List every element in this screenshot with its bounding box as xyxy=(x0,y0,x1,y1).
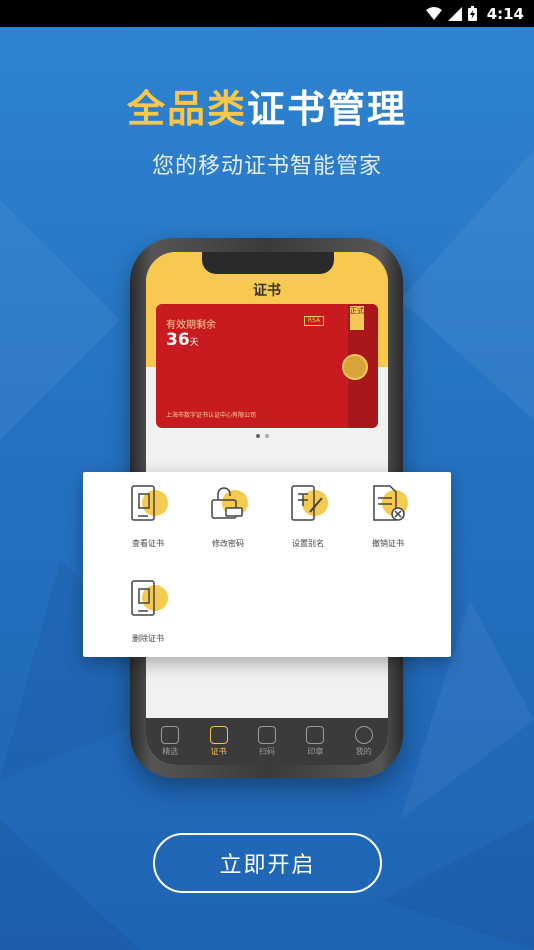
delete-certificate-icon xyxy=(128,579,168,619)
carousel-dot xyxy=(265,434,269,438)
tab-label: 扫码 xyxy=(258,747,275,756)
status-time: 4:14 xyxy=(486,4,524,23)
action-change-password: 修改密码 xyxy=(193,472,263,552)
tab-label: 证书 xyxy=(210,747,227,756)
hero-title: 全品类证书管理 xyxy=(0,78,534,133)
action-label: 撤销证书 xyxy=(372,539,404,548)
status-bar: 4:14 xyxy=(0,0,534,27)
certificate-card: 正式 有效期剩余 36天 RSA 上海市数字证书认证中心有限公司 xyxy=(156,304,378,428)
shield-icon xyxy=(161,726,180,744)
wifi-icon xyxy=(425,6,442,20)
card-validity-label: 有效期剩余 xyxy=(166,320,216,331)
signal-icon xyxy=(447,6,462,21)
action-view-certificate: 查看证书 xyxy=(113,472,183,552)
card-days: 36天 xyxy=(166,330,199,350)
certificate-icon xyxy=(209,726,228,744)
tab-featured: 精选 xyxy=(150,726,190,757)
stamp-icon xyxy=(306,726,325,744)
tab-certificate: 证书 xyxy=(199,726,239,757)
card-days-unit: 天 xyxy=(189,338,199,348)
actions-panel: 查看证书 修改密码 设置别名 撤销证书 删除证书 xyxy=(83,472,451,657)
scan-icon xyxy=(257,726,276,744)
tab-stamp: 印章 xyxy=(295,726,335,757)
hero-subtitle: 您的移动证书智能管家 xyxy=(151,154,382,179)
tab-profile: 我的 xyxy=(344,726,384,757)
action-label: 查看证书 xyxy=(132,539,164,548)
change-password-icon xyxy=(208,484,248,524)
action-delete-certificate: 删除证书 xyxy=(113,567,183,647)
card-badge: RSA xyxy=(304,316,324,326)
tab-label: 印章 xyxy=(307,747,324,756)
action-label: 修改密码 xyxy=(212,539,244,548)
carousel-dots xyxy=(256,434,269,438)
revoke-certificate-icon xyxy=(368,484,408,524)
card-issuer: 上海市数字证书认证中心有限公司 xyxy=(166,412,257,419)
set-alias-icon xyxy=(288,484,328,524)
tab-label: 我的 xyxy=(355,747,372,756)
screen-tab-bar: 精选 证书 扫码 印章 我的 xyxy=(146,718,388,765)
action-set-alias: 设置别名 xyxy=(273,472,343,552)
action-label: 设置别名 xyxy=(292,539,324,548)
screen-title: 证书 xyxy=(253,283,281,299)
action-revoke-certificate: 撤销证书 xyxy=(353,472,423,552)
battery-icon xyxy=(467,6,477,21)
view-certificate-icon xyxy=(128,484,168,524)
action-label: 删除证书 xyxy=(132,634,164,643)
card-tag: 正式 xyxy=(350,306,364,330)
hero-title-rest: 证书管理 xyxy=(247,87,408,131)
tab-label: 精选 xyxy=(162,747,179,756)
hero-title-highlight: 全品类 xyxy=(126,87,247,131)
phone-notch xyxy=(202,252,334,274)
user-icon xyxy=(354,726,373,744)
card-days-value: 36 xyxy=(166,330,190,350)
seal-icon xyxy=(342,354,368,380)
tab-scan: 扫码 xyxy=(247,726,287,757)
start-button[interactable]: 立即开启 xyxy=(153,833,382,893)
carousel-dot-active xyxy=(256,434,260,438)
